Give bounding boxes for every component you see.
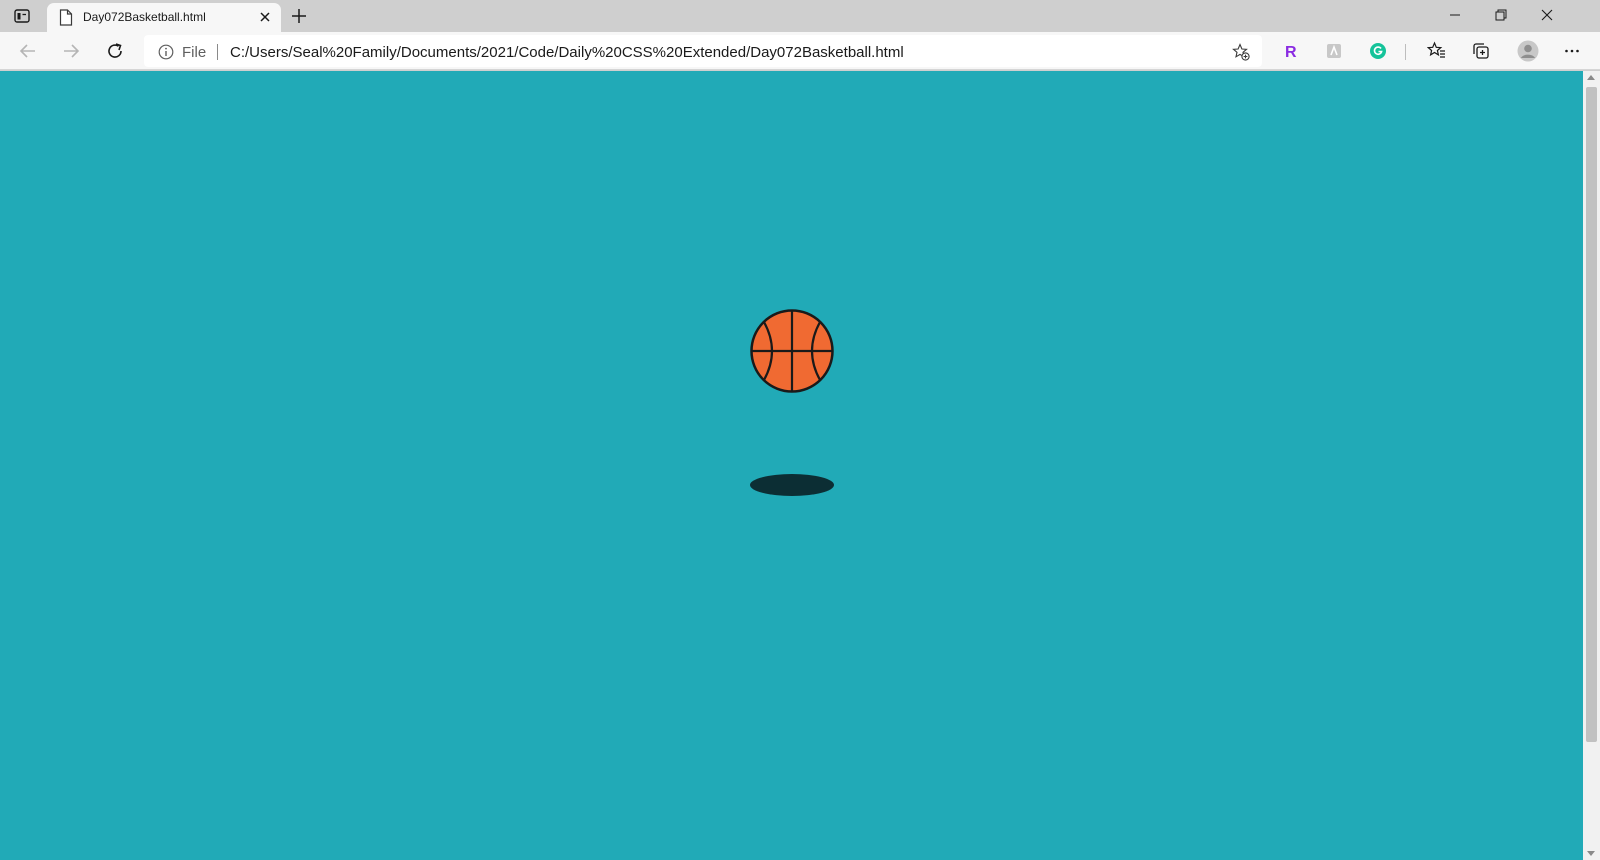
document-icon [59,9,73,26]
browser-tab[interactable]: Day072Basketball.html [47,3,281,32]
basketball [750,309,834,393]
scroll-up-icon[interactable] [1587,75,1595,80]
add-favorite-icon[interactable] [1232,43,1250,61]
tab-strip: Day072Basketball.html [0,0,1600,32]
close-tab-icon[interactable] [258,10,272,24]
toolbar-divider [1405,44,1406,60]
refresh-icon[interactable] [104,40,126,62]
tab-title: Day072Basketball.html [83,10,206,24]
vertical-scrollbar[interactable] [1583,71,1600,860]
info-icon[interactable] [158,44,174,60]
page-viewport [0,71,1583,860]
back-icon[interactable] [17,40,39,62]
restore-icon[interactable] [1478,0,1524,30]
new-tab-icon[interactable] [290,7,308,25]
collections-icon[interactable] [1471,41,1491,61]
favorites-icon[interactable] [1427,41,1447,61]
puzzle-extension-icon[interactable] [1324,41,1344,61]
address-divider [217,44,218,60]
address-bar[interactable]: File C:/Users/Seal%20Family/Documents/20… [144,35,1262,67]
url-text[interactable]: C:/Users/Seal%20Family/Documents/2021/Co… [230,44,904,61]
close-window-icon[interactable] [1524,0,1570,30]
scroll-thumb[interactable] [1586,87,1597,742]
r-extension-icon[interactable]: R [1280,41,1300,61]
tab-actions-icon[interactable] [13,7,31,25]
forward-icon[interactable] [60,40,82,62]
site-scheme-label: File [182,44,207,61]
ball-shadow [750,474,834,496]
profile-avatar-icon[interactable] [1517,40,1539,62]
svg-text:R: R [1285,44,1297,60]
minimize-icon[interactable] [1432,0,1478,30]
scroll-down-icon[interactable] [1587,851,1595,856]
grammarly-icon[interactable] [1368,41,1388,61]
more-options-icon[interactable] [1562,41,1582,61]
browser-toolbar: File C:/Users/Seal%20Family/Documents/20… [0,32,1600,70]
